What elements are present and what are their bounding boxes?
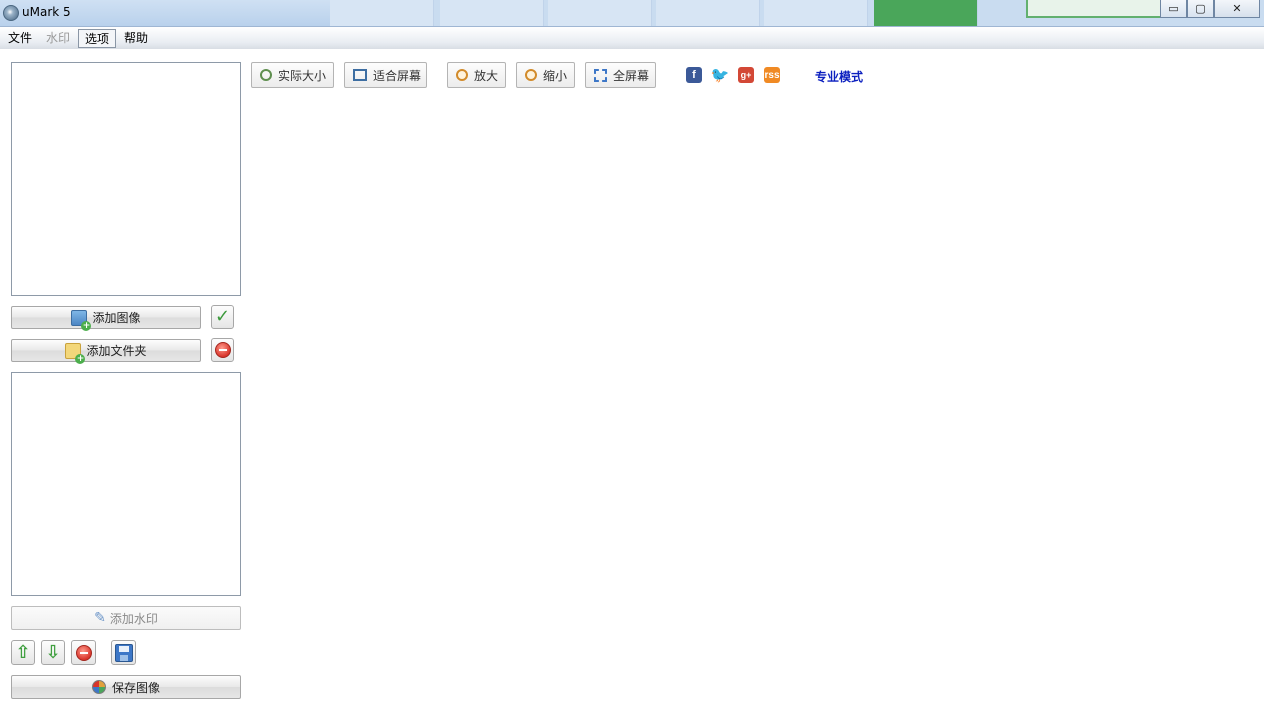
zoom-out-icon (525, 69, 537, 81)
minimize-button[interactable]: ▭ (1160, 0, 1187, 18)
fit-screen-icon (353, 69, 367, 81)
zoom-in-label: 放大 (474, 68, 499, 83)
fit-screen-button[interactable]: 适合屏幕 (344, 62, 427, 88)
remove-icon (75, 644, 92, 661)
actual-size-icon (260, 69, 272, 81)
zoom-in-button[interactable]: 放大 (447, 62, 506, 88)
menu-options[interactable]: 选项 (78, 28, 117, 48)
zoom-out-label: 缩小 (543, 68, 568, 83)
full-screen-label: 全屏幕 (613, 68, 650, 83)
zoom-in-icon (456, 69, 468, 81)
fit-screen-label: 适合屏幕 (373, 68, 422, 83)
background-tab (330, 0, 434, 26)
save-image-button[interactable]: 保存图像 (11, 675, 241, 699)
watermark-icon: ✎ (94, 610, 106, 626)
remove-icon (214, 342, 231, 358)
image-add-icon (71, 309, 92, 331)
pro-mode-link[interactable]: 专业模式 (815, 68, 863, 85)
save-image-icon (91, 680, 106, 694)
window-controls: ▭ ▢ ✕ (1160, 0, 1260, 18)
check-icon: ✓ (214, 306, 231, 327)
save-watermark-button[interactable] (111, 640, 136, 665)
save-disk-icon (114, 643, 133, 662)
add-folder-label: 添加文件夹 (86, 344, 147, 358)
menu-watermark[interactable]: 水印 (40, 29, 76, 48)
background-tab (764, 0, 868, 26)
app-icon[interactable] (3, 5, 19, 21)
maximize-button[interactable]: ▢ (1187, 0, 1214, 18)
background-box (1026, 0, 1176, 18)
window-title: uMark 5 (22, 5, 71, 19)
full-screen-button[interactable]: 全屏幕 (585, 62, 656, 88)
save-image-label: 保存图像 (111, 680, 160, 695)
background-tab-green (874, 0, 978, 26)
background-tab (548, 0, 652, 26)
move-down-button[interactable]: ⇩ (41, 640, 65, 665)
menu-file[interactable]: 文件 (2, 29, 38, 48)
add-watermark-button[interactable]: ✎ 添加水印 (11, 606, 241, 630)
menu-bar: 文件 水印 选项 帮助 (0, 27, 1264, 49)
menu-help[interactable]: 帮助 (118, 29, 154, 48)
background-tab (440, 0, 544, 26)
add-image-label: 添加图像 (92, 311, 141, 325)
facebook-icon[interactable]: f (686, 67, 702, 83)
title-bar: uMark 5 ▭ ▢ ✕ (0, 0, 1264, 27)
full-screen-icon (594, 68, 607, 82)
remove-watermark-button[interactable] (71, 640, 96, 665)
remove-image-button[interactable] (211, 338, 234, 362)
arrow-up-icon: ⇧ (15, 641, 31, 663)
arrow-down-icon: ⇩ (45, 641, 61, 663)
add-image-button[interactable]: 添加图像 (11, 306, 201, 331)
add-folder-button[interactable]: 添加文件夹 (11, 339, 201, 364)
preview-area[interactable] (251, 96, 1251, 696)
folder-add-icon (65, 342, 86, 364)
twitter-icon[interactable]: 🐦 (711, 67, 729, 84)
zoom-out-button[interactable]: 缩小 (516, 62, 575, 88)
move-up-button[interactable]: ⇧ (11, 640, 35, 665)
confirm-button[interactable]: ✓ (211, 305, 234, 329)
actual-size-label: 实际大小 (278, 68, 327, 83)
actual-size-button[interactable]: 实际大小 (251, 62, 334, 88)
close-button[interactable]: ✕ (1214, 0, 1260, 18)
rss-icon[interactable]: rss (764, 67, 780, 83)
googleplus-icon[interactable]: g+ (738, 67, 754, 83)
background-tab (656, 0, 760, 26)
watermark-list[interactable] (11, 372, 241, 596)
add-watermark-label: 添加水印 (109, 611, 158, 626)
image-list[interactable] (11, 62, 241, 296)
